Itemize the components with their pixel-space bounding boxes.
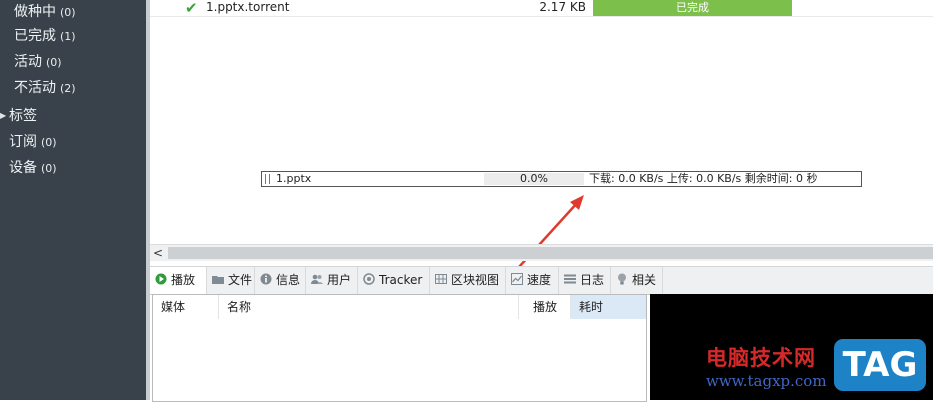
tab-info[interactable]: 信息 bbox=[255, 267, 306, 294]
tab-peers[interactable]: 用户 bbox=[306, 267, 358, 294]
media-list: 媒体 名称 播放 耗时 bbox=[152, 294, 647, 402]
watermark: 电脑技术网 www.tagxp.com bbox=[706, 342, 827, 390]
column-header-media[interactable]: 媒体 bbox=[153, 295, 219, 319]
watermark-title: 电脑技术网 bbox=[706, 345, 816, 370]
tag-logo: TAG bbox=[834, 339, 926, 391]
users-icon bbox=[311, 274, 323, 284]
scrollbar-thumb[interactable] bbox=[168, 247, 933, 259]
tab-files[interactable]: 文件 bbox=[207, 267, 255, 294]
grid-icon bbox=[435, 274, 447, 284]
tab-label: Tracker bbox=[379, 273, 423, 287]
tab-label: 播放 bbox=[171, 273, 196, 287]
detail-tabs: 播放 文件 信息 用户 Tracker 区块视图 速度 日志 相关 bbox=[150, 266, 933, 295]
tab-label: 速度 bbox=[527, 273, 552, 287]
horizontal-scrollbar[interactable]: < bbox=[150, 244, 933, 261]
tab-speed[interactable]: 速度 bbox=[506, 267, 559, 294]
tab-pieces[interactable]: 区块视图 bbox=[430, 267, 506, 294]
column-header-play[interactable]: 播放 bbox=[519, 295, 571, 319]
info-icon bbox=[260, 273, 272, 285]
chart-icon bbox=[511, 273, 523, 285]
column-header-duration[interactable]: 耗时 bbox=[571, 295, 646, 319]
tracker-icon bbox=[363, 273, 375, 285]
tab-label: 相关 bbox=[632, 273, 657, 287]
play-icon bbox=[155, 273, 167, 285]
folder-icon bbox=[212, 276, 224, 284]
scroll-left-arrow-icon[interactable]: < bbox=[153, 245, 163, 261]
tab-label: 区块视图 bbox=[451, 273, 500, 287]
tab-label: 文件 bbox=[228, 273, 253, 287]
log-icon bbox=[564, 274, 576, 284]
watermark-url: www.tagxp.com bbox=[706, 372, 827, 390]
tab-related[interactable]: 相关 bbox=[611, 267, 663, 294]
tab-play[interactable]: 播放 bbox=[150, 267, 207, 294]
tab-label: 日志 bbox=[580, 273, 605, 287]
tab-log[interactable]: 日志 bbox=[559, 267, 611, 294]
tab-label: 用户 bbox=[327, 273, 352, 287]
tab-label: 信息 bbox=[276, 273, 301, 287]
tab-tracker[interactable]: Tracker bbox=[358, 267, 430, 294]
bulb-icon bbox=[618, 273, 626, 285]
column-header-name[interactable]: 名称 bbox=[219, 295, 519, 319]
